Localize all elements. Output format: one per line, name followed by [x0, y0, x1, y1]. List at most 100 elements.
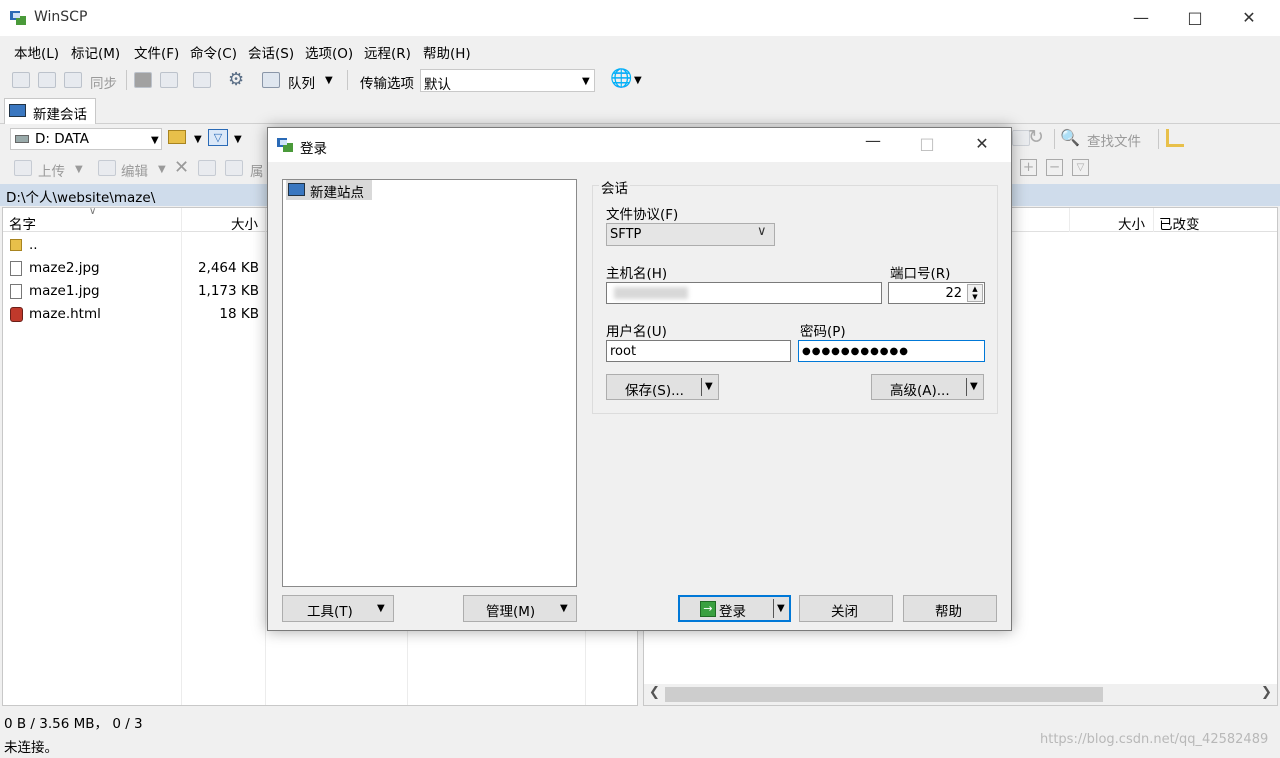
menu-session[interactable]: 会话(S): [248, 42, 294, 62]
sync-label[interactable]: 同步: [90, 72, 117, 92]
session-tabs: 新建会话: [0, 96, 1280, 124]
upload-icon[interactable]: [14, 160, 32, 176]
save-button[interactable]: 保存(S)... ▼: [606, 374, 719, 400]
manage-button[interactable]: 管理(M) ▼: [463, 595, 577, 622]
tree-icon[interactable]: [1166, 129, 1184, 147]
site-tree[interactable]: 新建站点: [282, 179, 577, 587]
queue-dropdown-icon[interactable]: ▼: [325, 75, 333, 86]
selection-status: 0 B / 3.56 MB， 0 / 3: [4, 716, 143, 732]
folder-dropdown-icon[interactable]: ▼: [194, 134, 202, 145]
putty-icon[interactable]: [160, 72, 178, 88]
dialog-minimize-icon[interactable]: —: [856, 131, 890, 150]
close-button[interactable]: 关闭: [799, 595, 893, 622]
compare-icon[interactable]: [12, 72, 30, 88]
transfer-options-value: 默认: [424, 77, 451, 93]
user-input[interactable]: root: [606, 340, 791, 362]
column-divider: [1153, 208, 1154, 232]
toolbar-separator: [126, 70, 127, 90]
tools-button[interactable]: 工具(T) ▼: [282, 595, 394, 622]
watermark: https://blog.csdn.net/qq_42582489: [1040, 732, 1269, 747]
file-size: 1,173 KB: [197, 283, 259, 299]
chevron-down-icon: ▼: [151, 135, 159, 146]
menu-command[interactable]: 命令(C): [190, 42, 237, 62]
login-dropdown-icon[interactable]: ▼: [777, 603, 785, 614]
monitor-icon: [9, 104, 26, 117]
horizontal-scrollbar[interactable]: ❮ ❯: [644, 684, 1277, 705]
menu-options[interactable]: 选项(O): [305, 42, 353, 62]
help-button[interactable]: 帮助: [903, 595, 997, 622]
site-item-new[interactable]: 新建站点: [286, 180, 372, 201]
manage-button-label: 管理(M): [486, 604, 536, 620]
transfer-options-label: 传输选项: [360, 76, 414, 92]
column-changed[interactable]: 已改变: [1159, 213, 1200, 233]
login-button[interactable]: → 登录 ▼: [678, 595, 791, 622]
queue-label[interactable]: 队列: [288, 72, 315, 92]
scroll-right-icon[interactable]: ❯: [1261, 685, 1272, 700]
upload-label[interactable]: 上传: [38, 160, 65, 180]
winscp-logo-icon: [9, 9, 27, 27]
close-icon[interactable]: ✕: [1226, 0, 1272, 36]
password-input[interactable]: ●●●●●●●●●●●: [798, 340, 985, 362]
login-arrow-icon: →: [700, 601, 716, 617]
globe-icon[interactable]: 🌐: [610, 68, 632, 89]
queue-icon[interactable]: [262, 72, 280, 88]
edit-dropdown-icon[interactable]: ▼: [158, 164, 166, 175]
menu-local[interactable]: 本地(L): [14, 42, 59, 62]
dialog-close-icon[interactable]: ✕: [965, 134, 999, 153]
delete-icon[interactable]: ✕: [174, 157, 189, 178]
filter-dropdown-icon[interactable]: ▼: [234, 134, 242, 145]
refresh-icon[interactable]: ↻: [1028, 126, 1044, 148]
column-size[interactable]: 大小: [231, 213, 258, 233]
expand-icon[interactable]: +: [1020, 159, 1037, 176]
scroll-left-icon[interactable]: ❮: [649, 685, 660, 700]
upload-dropdown-icon[interactable]: ▼: [75, 164, 83, 175]
open-folder-icon[interactable]: [168, 130, 186, 144]
minimize-icon[interactable]: —: [1118, 0, 1164, 36]
maximize-icon[interactable]: □: [1172, 0, 1218, 36]
advanced-dropdown-icon[interactable]: ▼: [970, 381, 978, 392]
toolbar-separator: [347, 70, 348, 90]
session-group-label: 会话: [599, 177, 630, 197]
find-files-icon[interactable]: 🔍: [1060, 128, 1080, 147]
menu-help[interactable]: 帮助(H): [423, 42, 471, 62]
edit-label[interactable]: 编辑: [121, 160, 148, 180]
collapse-icon[interactable]: −: [1046, 159, 1063, 176]
scrollbar-thumb[interactable]: [665, 687, 1103, 702]
globe-dropdown-icon[interactable]: ▼: [634, 75, 642, 86]
refresh-icon[interactable]: [193, 72, 211, 88]
console-icon[interactable]: [134, 72, 152, 88]
properties-label[interactable]: 属: [250, 160, 264, 180]
menu-mark[interactable]: 标记(M): [71, 42, 120, 62]
dialog-title: 登录: [300, 141, 327, 157]
save-dropdown-icon[interactable]: ▼: [705, 381, 713, 392]
file-name: maze.html: [29, 306, 101, 322]
left-path[interactable]: D:\个人\website\maze\: [6, 186, 155, 206]
advanced-button[interactable]: 高级(A)... ▼: [871, 374, 984, 400]
filter-icon[interactable]: ▽: [208, 129, 228, 146]
port-spinner-icon[interactable]: ▲ ▼: [967, 284, 983, 302]
tools-button-label: 工具(T): [307, 604, 353, 620]
synchronize-browsing-icon[interactable]: [38, 72, 56, 88]
dialog-maximize-icon: □: [919, 134, 935, 153]
tab-new-session[interactable]: 新建会话: [4, 98, 96, 124]
login-split-divider: [773, 599, 774, 618]
status-bar: 0 B / 3.56 MB， 0 / 3 未连接。 https://blog.c…: [0, 708, 1280, 758]
login-dialog: 登录 — □ ✕ 新建站点 会话 文件协议(F) SFTP ∨ 主机名(H) 端…: [267, 127, 1012, 631]
file-size: 2,464 KB: [197, 260, 259, 276]
preferences-gear-icon[interactable]: ⚙: [228, 69, 244, 90]
protocol-select[interactable]: SFTP ∨: [606, 223, 775, 246]
column-name[interactable]: 名字: [9, 213, 36, 233]
find-files-label[interactable]: 查找文件: [1087, 130, 1141, 150]
transfer-options-select[interactable]: 默认 ▼: [420, 69, 595, 93]
sync-icon[interactable]: [64, 72, 82, 88]
menu-remote[interactable]: 远程(R): [364, 42, 411, 62]
menu-file[interactable]: 文件(F): [134, 42, 179, 62]
edit-icon[interactable]: [98, 160, 116, 176]
rename-icon[interactable]: [198, 160, 216, 176]
drive-select[interactable]: D: DATA ▼: [10, 128, 162, 150]
properties-icon[interactable]: [225, 160, 243, 176]
column-size[interactable]: 大小: [1118, 213, 1145, 233]
manage-dropdown-icon: ▼: [560, 603, 568, 614]
filter-icon[interactable]: ▽: [1072, 159, 1089, 176]
port-input[interactable]: 22 ▲ ▼: [888, 282, 985, 304]
